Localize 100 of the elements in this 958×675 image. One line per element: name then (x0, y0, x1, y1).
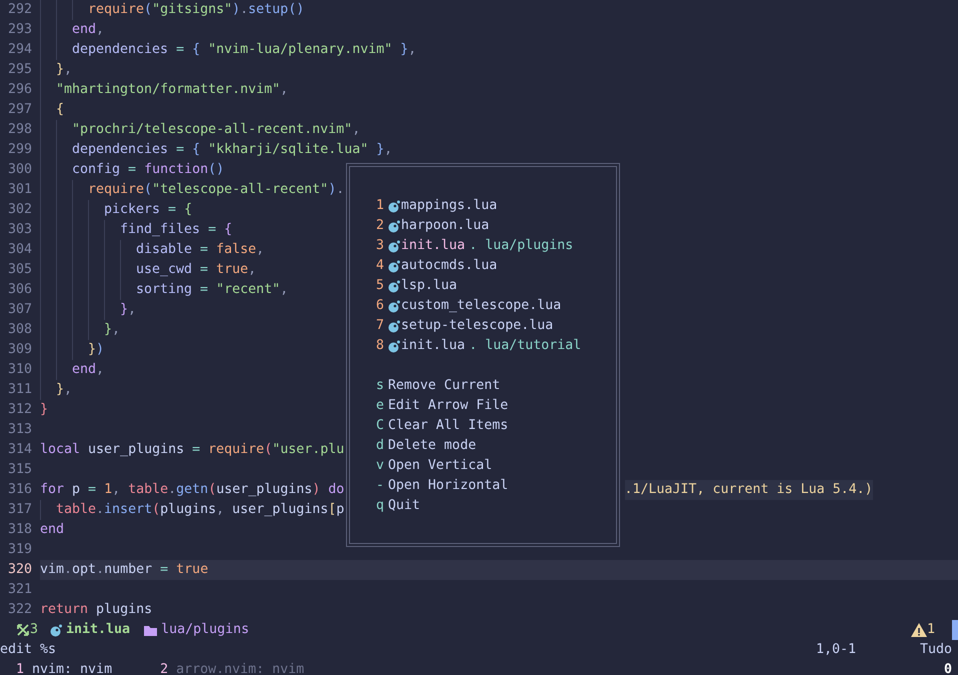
lua-file-icon (388, 260, 400, 272)
menu-item[interactable]: e Edit Arrow File (376, 396, 508, 416)
line-number: 305 (6, 261, 33, 279)
line-number: 297 (6, 101, 33, 119)
line-number: 311 (6, 381, 33, 399)
line-number: 321 (6, 581, 33, 599)
menu-item[interactable]: 1 mappings.lua (376, 196, 498, 216)
menu-item[interactable]: 5 lsp.lua (376, 276, 458, 296)
menu-item[interactable]: 7 setup-telescope.lua (376, 316, 554, 336)
line-number: 299 (6, 141, 33, 159)
code-line: }, (40, 380, 72, 400)
lua-file-icon (388, 220, 400, 232)
window-index[interactable]: 1 (16, 662, 32, 675)
file-name: init.lua (66, 621, 130, 639)
code-line: table.insert(plugins, user_plugins[p (40, 500, 344, 520)
code-line: require("telescope-all-recent"). (40, 180, 344, 200)
code-line: dependencies = { "nvim-lua/plenary.nvim" }, (40, 40, 416, 60)
line-number: 292 (6, 1, 33, 19)
code-line: end, (40, 20, 104, 40)
line-number: 301 (6, 181, 33, 199)
file-name: init.lua (401, 237, 466, 255)
code-line: disable = false, (40, 240, 264, 260)
line-number: 320 (6, 561, 33, 579)
code-line: sorting = "recent", (40, 280, 288, 300)
file-name: harpoon.lua (401, 217, 490, 235)
line-number: 316 (6, 481, 33, 499)
lua-file-icon (388, 240, 400, 252)
code-line: end, (40, 360, 104, 380)
line-number: 315 (6, 461, 33, 479)
status-block (952, 620, 958, 640)
line-number: 300 (6, 161, 33, 179)
folder-icon (144, 624, 158, 636)
crossed-arrows-icon (16, 623, 30, 637)
file-name: mappings.lua (401, 197, 498, 215)
line-number: 322 (6, 601, 33, 619)
code-line: pickers = { (40, 200, 192, 220)
code-line: end (40, 521, 64, 539)
command-text: edit %s (0, 641, 56, 659)
code-line: { (40, 100, 64, 120)
menu-item[interactable]: q Quit (376, 496, 420, 516)
code-line: find_files = { (40, 220, 232, 240)
menu-item[interactable]: 2 harpoon.lua (376, 216, 490, 236)
line-number: 307 (6, 301, 33, 319)
line-number: 306 (6, 281, 33, 299)
cursor-position: 1,0-1 (816, 641, 856, 659)
code-line: local user_plugins = require("user.plu (40, 441, 344, 459)
line-number: 303 (6, 221, 33, 239)
code-line: }, (40, 320, 120, 340)
lua-file-icon (388, 300, 400, 312)
file-name: autocmds.lua (401, 257, 498, 275)
lua-file-icon (388, 340, 400, 352)
line-number: 302 (6, 201, 33, 219)
lua-file-icon (388, 320, 400, 332)
menu-item[interactable]: 8 init.lua . lua/tutorial (376, 336, 582, 356)
code-line: "prochri/telescope-all-recent.nvim", (40, 120, 360, 140)
file-name: lsp.lua (401, 277, 458, 295)
menu-item[interactable]: C Clear All Items (376, 416, 508, 436)
line-number: 313 (6, 421, 33, 439)
session-index: 0 (944, 661, 952, 675)
warning-count: 1 (926, 621, 935, 639)
file-name: setup-telescope.lua (401, 317, 554, 335)
code-line: "mhartington/formatter.nvim", (40, 80, 288, 100)
code-line: dependencies = { "kkharji/sqlite.lua" }, (40, 140, 392, 160)
menu-item[interactable]: - Open Horizontal (376, 476, 508, 496)
scroll-position: Tudo (920, 641, 952, 659)
directory-path: lua/plugins (161, 621, 250, 639)
line-number: 296 (6, 81, 33, 99)
window-index[interactable]: 2 (160, 662, 176, 675)
line-number: 308 (6, 321, 33, 339)
line-number: 298 (6, 121, 33, 139)
line-number: 318 (6, 521, 33, 539)
code-line: }, (40, 60, 72, 80)
code-line: use_cwd = true, (40, 260, 256, 280)
warning-icon (910, 623, 927, 637)
code-line: return plugins (40, 601, 152, 619)
lua-file-icon (388, 280, 400, 292)
code-line: config = function() (40, 160, 224, 180)
menu-item[interactable]: d Delete mode (376, 436, 476, 456)
line-number: 314 (6, 441, 33, 459)
code-line: }, (40, 300, 136, 320)
line-number: 317 (6, 501, 33, 519)
menu-item[interactable]: 6 custom_telescope.lua (376, 296, 562, 316)
window-name[interactable]: nvim: nvim (32, 662, 112, 675)
file-name: custom_telescope.lua (401, 297, 562, 315)
line-number: 312 (6, 401, 33, 419)
code-line: }) (40, 340, 104, 360)
code-line: for p = 1, table.getn(user_plugins) do (40, 481, 344, 499)
line-number: 295 (6, 61, 33, 79)
file-name: init.lua (401, 337, 466, 355)
code-line: require("gitsigns").setup() (40, 0, 304, 20)
line-number: 310 (6, 361, 33, 379)
menu-item[interactable]: 3 init.lua . lua/plugins (376, 236, 574, 256)
menu-item[interactable]: 4 autocmds.lua (376, 256, 498, 276)
lua-file-icon (50, 624, 62, 636)
line-number: 319 (6, 541, 33, 559)
line-number: 293 (6, 21, 33, 39)
menu-item[interactable]: v Open Vertical (376, 456, 492, 476)
lua-file-icon (388, 200, 400, 212)
code-line: } (40, 401, 48, 419)
menu-item[interactable]: s Remove Current (376, 376, 500, 396)
